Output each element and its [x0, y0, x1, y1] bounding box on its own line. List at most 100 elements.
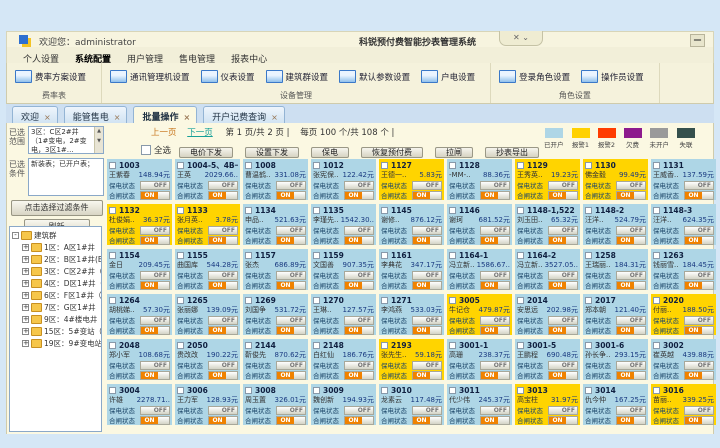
power-protect-toggle-off[interactable]: OFF — [140, 406, 170, 415]
card-checkbox[interactable] — [381, 207, 388, 214]
card-checkbox[interactable] — [177, 162, 184, 169]
switch-toggle-on[interactable]: ON — [344, 371, 374, 380]
power-protect-toggle-off[interactable]: OFF — [412, 226, 442, 235]
power-protect-toggle-off[interactable]: OFF — [344, 181, 374, 190]
toolbar-button-6[interactable]: 抄表导出 — [485, 147, 539, 158]
switch-toggle-on[interactable]: ON — [616, 326, 646, 335]
switch-toggle-on[interactable]: ON — [276, 191, 306, 200]
tree-item-6[interactable]: +7区：G区1#井 — [12, 301, 101, 313]
ribbon-button[interactable]: 户电设置 — [421, 70, 475, 83]
meter-card[interactable]: 1164-1冯立新..1586.67..保电状态OFF合闸状态ON — [447, 249, 512, 290]
switch-toggle-on[interactable]: ON — [276, 416, 306, 425]
card-checkbox[interactable] — [653, 297, 660, 304]
card-checkbox[interactable] — [109, 297, 116, 304]
card-checkbox[interactable] — [585, 342, 592, 349]
switch-toggle-on[interactable]: ON — [140, 236, 170, 245]
power-protect-toggle-off[interactable]: OFF — [140, 226, 170, 235]
expand-icon[interactable]: + — [22, 316, 29, 323]
power-protect-toggle-off[interactable]: OFF — [548, 271, 578, 280]
power-protect-toggle-off[interactable]: OFF — [140, 181, 170, 190]
card-checkbox[interactable] — [313, 387, 320, 394]
meter-card[interactable]: 3004许雄2278.71..保电状态OFF合闸状态ON — [107, 384, 172, 425]
card-checkbox[interactable] — [517, 162, 524, 169]
card-checkbox[interactable] — [449, 297, 456, 304]
meter-card[interactable]: 3011代少伟245.37元保电状态OFF合闸状态ON — [447, 384, 512, 425]
card-checkbox[interactable] — [449, 162, 456, 169]
switch-toggle-on[interactable]: ON — [684, 236, 714, 245]
meter-card[interactable]: 3006王力军128.93元保电状态OFF合闸状态ON — [175, 384, 240, 425]
switch-toggle-on[interactable]: ON — [616, 371, 646, 380]
power-protect-toggle-off[interactable]: OFF — [412, 181, 442, 190]
power-protect-toggle-off[interactable]: OFF — [684, 181, 714, 190]
switch-toggle-on[interactable]: ON — [684, 191, 714, 200]
tree-item-9[interactable]: +19区：9#变电站（2… — [12, 337, 101, 349]
card-checkbox[interactable] — [177, 387, 184, 394]
switch-toggle-on[interactable]: ON — [412, 371, 442, 380]
power-protect-toggle-off[interactable]: OFF — [684, 361, 714, 370]
expand-icon[interactable]: + — [22, 268, 29, 275]
switch-toggle-on[interactable]: ON — [344, 416, 374, 425]
ribbon-button[interactable]: 仪表设置 — [201, 70, 255, 83]
tree-item-3[interactable]: +3区：C区2#井（1#… — [12, 265, 101, 277]
switch-toggle-on[interactable]: ON — [684, 281, 714, 290]
ribbon-collapse-control[interactable]: ✕ ⌄ — [499, 31, 543, 46]
power-protect-toggle-off[interactable]: OFF — [276, 181, 306, 190]
card-checkbox[interactable] — [109, 207, 116, 214]
power-protect-toggle-off[interactable]: OFF — [684, 226, 714, 235]
meter-card[interactable]: 1271李鸿燕533.03元保电状态OFF合闸状态ON — [379, 294, 444, 335]
switch-toggle-on[interactable]: ON — [344, 326, 374, 335]
expand-icon[interactable]: + — [22, 304, 29, 311]
card-checkbox[interactable] — [449, 207, 456, 214]
ribbon-button[interactable]: 费率方案设置 — [15, 70, 86, 83]
next-page-link[interactable]: 下一页 — [187, 128, 213, 138]
card-checkbox[interactable] — [449, 252, 456, 259]
meter-card[interactable]: 2048郑小军108.68元保电状态OFF合闸状态ON — [107, 339, 172, 380]
card-checkbox[interactable] — [517, 342, 524, 349]
switch-toggle-on[interactable]: ON — [616, 191, 646, 200]
switch-toggle-on[interactable]: ON — [412, 281, 442, 290]
card-checkbox[interactable] — [517, 207, 524, 214]
select-all[interactable]: 全选 — [141, 144, 171, 156]
switch-toggle-on[interactable]: ON — [208, 191, 238, 200]
switch-toggle-on[interactable]: ON — [684, 371, 714, 380]
meter-card[interactable]: 1012张宪保..122.42元保电状态OFF合闸状态ON — [311, 159, 376, 200]
minimize-button[interactable]: — — [690, 34, 705, 47]
power-protect-toggle-off[interactable]: OFF — [480, 406, 510, 415]
power-protect-toggle-off[interactable]: OFF — [480, 316, 510, 325]
meter-card[interactable]: 1161李典花347.17元保电状态OFF合闸状态ON — [379, 249, 444, 290]
tab-2[interactable]: 能管售电× — [64, 106, 128, 124]
meter-card[interactable]: 3002崔英越439.88元保电状态OFF合闸状态ON — [651, 339, 716, 380]
ribbon-button[interactable]: 建筑群设置 — [266, 70, 329, 83]
meter-card[interactable]: 1129王秀英..19.23元保电状态OFF合闸状态ON — [515, 159, 580, 200]
meter-card[interactable]: 1264胡桃娣..57.30元保电状态OFF合闸状态ON — [107, 294, 172, 335]
meter-card[interactable]: 3001-5王鹏程690.48元保电状态OFF合闸状态ON — [515, 339, 580, 380]
card-checkbox[interactable] — [653, 207, 660, 214]
toolbar-button-1[interactable]: 电价下发 — [179, 147, 233, 158]
meter-card[interactable]: 3010龙素云117.48元保电状态OFF合闸状态ON — [379, 384, 444, 425]
card-checkbox[interactable] — [585, 297, 592, 304]
card-checkbox[interactable] — [313, 162, 320, 169]
tab-close-icon[interactable]: × — [114, 113, 121, 122]
card-checkbox[interactable] — [177, 252, 184, 259]
tree-item-1[interactable]: +1区：A区1#井 — [12, 241, 101, 253]
range-scrollbar[interactable]: ▲ ▼ — [94, 127, 103, 153]
meter-card[interactable]: 1164-2冯立新..3527.05..保电状态OFF合闸状态ON — [515, 249, 580, 290]
card-checkbox[interactable] — [245, 342, 252, 349]
switch-toggle-on[interactable]: ON — [412, 416, 442, 425]
power-protect-toggle-off[interactable]: OFF — [480, 271, 510, 280]
card-checkbox[interactable] — [381, 252, 388, 259]
switch-toggle-on[interactable]: ON — [140, 326, 170, 335]
switch-toggle-on[interactable]: ON — [412, 326, 442, 335]
card-checkbox[interactable] — [653, 162, 660, 169]
meter-card[interactable]: 1003王紫春148.94元保电状态OFF合闸状态ON — [107, 159, 172, 200]
power-protect-toggle-off[interactable]: OFF — [412, 361, 442, 370]
expand-icon[interactable]: + — [22, 292, 29, 299]
meter-card[interactable]: 1131王威香..137.59元保电状态OFF合闸状态ON — [651, 159, 716, 200]
power-protect-toggle-off[interactable]: OFF — [140, 271, 170, 280]
switch-toggle-on[interactable]: ON — [412, 236, 442, 245]
meter-card[interactable]: 3001-6孙长争..293.15元保电状态OFF合闸状态ON — [583, 339, 648, 380]
meter-card[interactable]: 1148-1,522刘玉田..65.32元保电状态OFF合闸状态ON — [515, 204, 580, 245]
power-protect-toggle-off[interactable]: OFF — [616, 226, 646, 235]
power-protect-toggle-off[interactable]: OFF — [548, 181, 578, 190]
tree-item-4[interactable]: +4区：D区1#井（D区… — [12, 277, 101, 289]
